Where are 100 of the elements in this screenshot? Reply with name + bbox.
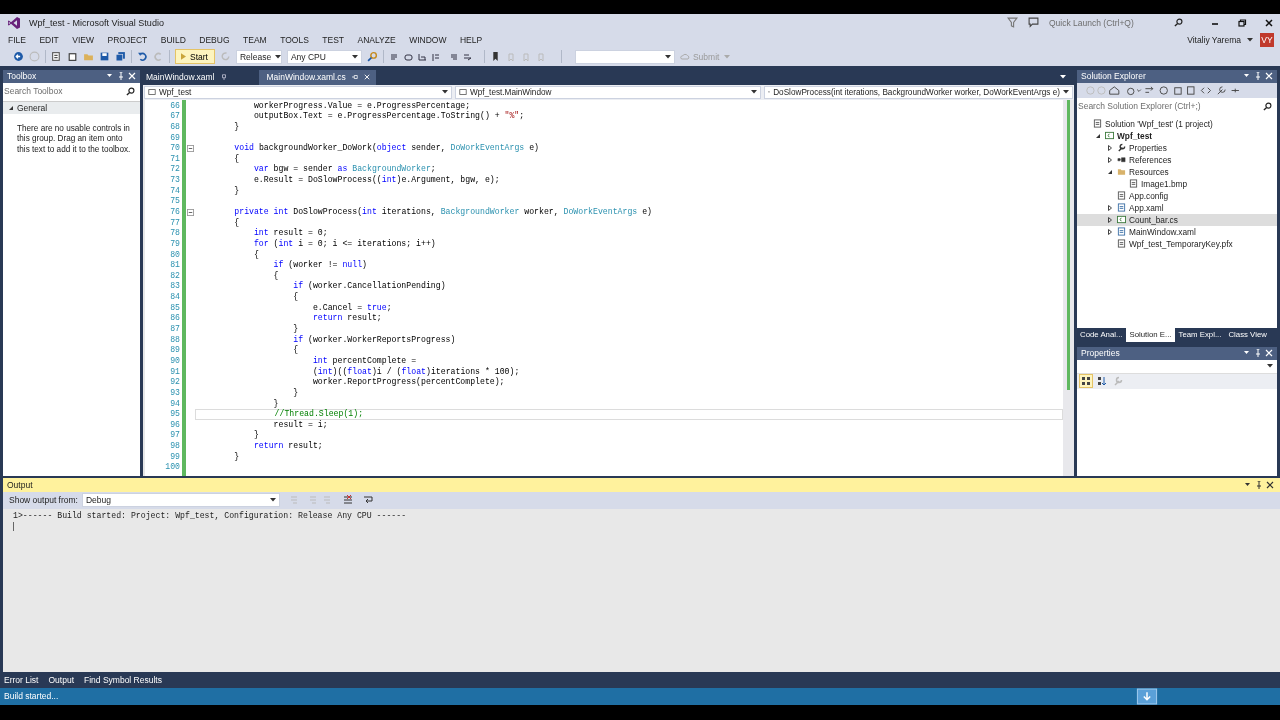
code-line: if (worker.CancellationPending) (292, 281, 446, 291)
tree-item-label: Resources (1129, 166, 1169, 177)
alphabetical-icon[interactable] (1096, 375, 1108, 388)
start-button[interactable]: Start (175, 49, 215, 65)
line-number: 86 (170, 313, 180, 325)
add-item-icon[interactable] (67, 51, 78, 63)
save-all-icon[interactable] (115, 51, 126, 63)
restore-icon[interactable] (1237, 17, 1247, 28)
quick-launch-field[interactable]: Quick Launch (Ctrl+Q) (1049, 15, 1187, 31)
find-icon[interactable] (366, 51, 378, 63)
document-tab[interactable]: MainWindow.xaml.cs (258, 69, 376, 85)
dropdown-caret-icon[interactable] (1267, 364, 1273, 369)
scrollbar[interactable] (1063, 99, 1074, 476)
dropdown-value: Any CPU (290, 51, 327, 62)
expand-arrow-icon[interactable] (8, 104, 14, 111)
dropdown-caret-icon (724, 54, 731, 59)
dropdown-caret-icon[interactable] (275, 54, 282, 59)
collapse-icon[interactable] (187, 144, 194, 152)
panel-tab[interactable]: Find Symbol Results (84, 675, 162, 686)
dropdown-caret-icon[interactable] (442, 90, 448, 95)
dropdown-caret-icon[interactable] (270, 498, 276, 503)
toolbox-search-field[interactable]: Search Toolbox (4, 83, 139, 98)
tree-item-label: Wpf_test_TemporaryKey.pfx (1129, 238, 1233, 249)
tree-item[interactable]: App.config (1077, 189, 1277, 202)
tree-item[interactable]: Solution 'Wpf_test' (1 project) (1077, 117, 1277, 130)
dropdown-caret-icon[interactable] (751, 90, 757, 95)
tree-item[interactable]: Wpf_test_TemporaryKey.pfx (1077, 237, 1277, 250)
menu-item[interactable]: TEAM (243, 34, 267, 45)
menu-item[interactable]: TEST (322, 34, 345, 45)
code-line: result = i; (272, 419, 328, 429)
menu-item[interactable]: TOOLS (280, 34, 309, 45)
menu-item[interactable]: PROJECT (107, 34, 148, 45)
panel-controls-drawing[interactable] (1243, 349, 1273, 358)
menu-item[interactable]: EDIT (39, 34, 59, 45)
save-icon[interactable] (99, 51, 110, 63)
menu-item[interactable]: BUILD (160, 34, 186, 45)
panel-tab[interactable]: Error List (4, 675, 39, 686)
tree-item[interactable]: References (1077, 153, 1277, 166)
menu-item[interactable]: ANALYZE (357, 34, 396, 45)
menu-item[interactable]: DEBUG (199, 34, 230, 45)
toolbox-group-header[interactable]: General (3, 100, 140, 114)
dropdown-caret-icon[interactable] (664, 54, 671, 59)
navigation-dropdown[interactable]: DoSlowProcess(int iterations, BackgroundWorker worker, DoWorkEventArgs e) (764, 85, 1073, 99)
back-icon[interactable] (13, 51, 24, 63)
code-line: return result; (252, 441, 323, 451)
dropdown-caret-icon[interactable] (1063, 90, 1069, 95)
pin-icon[interactable] (220, 74, 227, 81)
tree-item-label: Properties (1129, 142, 1167, 153)
line-number: 74 (170, 185, 180, 197)
tree-item[interactable]: App.xaml (1077, 201, 1277, 214)
menu-item[interactable]: VIEW (72, 34, 95, 45)
line-number: 77 (170, 217, 180, 229)
panel-title: Properties (1081, 348, 1120, 359)
collapsed-arrow-icon[interactable] (1107, 228, 1113, 235)
collapse-icon[interactable] (187, 208, 194, 216)
certificate-icon (1117, 239, 1126, 249)
expanded-arrow-icon[interactable] (1095, 132, 1101, 139)
collapsed-arrow-icon[interactable] (1107, 204, 1113, 211)
tree-item[interactable]: Properties (1077, 141, 1277, 154)
code-line: worker.ReportProgress(percentComplete); (311, 377, 505, 387)
expanded-arrow-icon[interactable] (1107, 168, 1113, 175)
collapsed-arrow-icon[interactable] (1107, 216, 1113, 223)
platform-dropdown[interactable]: Any CPU (286, 49, 362, 64)
solution-search-field[interactable]: Search Solution Explorer (Ctrl+;) (1078, 98, 1276, 113)
account-name[interactable]: Vitaliy Yarema (1187, 34, 1241, 45)
menu-item[interactable]: WINDOW (409, 34, 447, 45)
filter-icon[interactable] (1007, 17, 1018, 29)
config-file-icon (1117, 191, 1126, 201)
menu-item[interactable]: FILE (8, 34, 26, 45)
navigation-dropdown[interactable]: Wpf_test (144, 85, 452, 99)
dropdown-caret-icon[interactable] (351, 54, 358, 59)
new-project-icon[interactable] (51, 51, 62, 63)
visual-studio-logo (7, 15, 21, 30)
undo-icon[interactable] (137, 51, 148, 63)
collapsed-arrow-icon[interactable] (1107, 156, 1113, 163)
pin-icon[interactable] (351, 74, 358, 81)
tree-item[interactable]: Image1.bmp (1077, 177, 1277, 190)
tree-item[interactable]: Resources (1077, 165, 1277, 178)
menu-item[interactable]: HELP (459, 34, 483, 45)
panel-controls-drawing[interactable] (1243, 72, 1273, 81)
dropdown-caret-icon[interactable] (1246, 37, 1253, 42)
panel-tab[interactable]: Output (48, 675, 74, 686)
code-line: e.Result = DoSlowProcess((int)e.Argument, bgw, e); (252, 175, 500, 185)
collapsed-arrow-icon[interactable] (1107, 144, 1113, 151)
close-icon[interactable] (1264, 17, 1274, 28)
dropdown-caret-icon[interactable] (1060, 75, 1066, 80)
configuration-dropdown[interactable]: Release (235, 49, 282, 64)
navigation-dropdown[interactable]: Wpf_test.MainWindow (455, 85, 761, 99)
panel-controls-drawing[interactable] (1244, 480, 1274, 489)
tree-item[interactable]: MainWindow.xaml (1077, 225, 1277, 238)
categorized-icon[interactable] (1080, 375, 1092, 388)
document-tab[interactable]: MainWindow.xaml (143, 69, 233, 85)
account-avatar[interactable]: VY (1260, 32, 1274, 47)
panel-controls-drawing[interactable] (106, 72, 136, 81)
tree-item[interactable]: Count_bar.cs (1077, 213, 1277, 226)
arrow-box-icon[interactable] (1136, 688, 1158, 705)
solution-icon (1093, 119, 1102, 129)
output-source-dropdown[interactable]: Debug (82, 493, 280, 508)
comment-icon[interactable] (1028, 17, 1039, 29)
tree-item[interactable]: Wpf_test (1077, 129, 1277, 142)
